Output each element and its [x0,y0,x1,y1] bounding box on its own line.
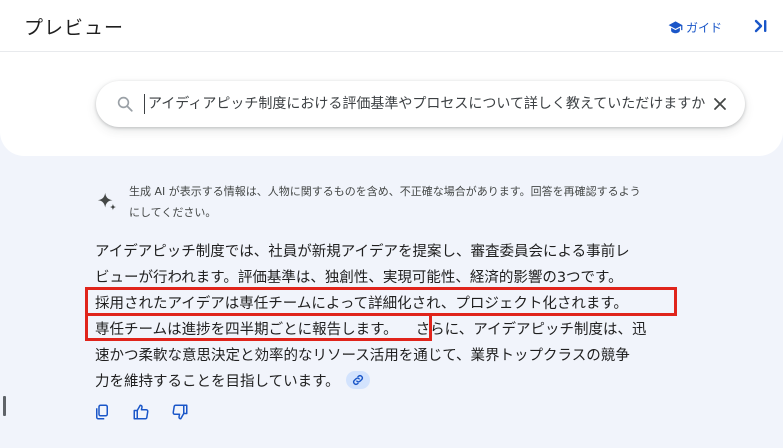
collapse-panel-icon [754,19,767,33]
disclaimer-line: 生成 AI が表示する情報は、人物に関するものを含め、不正確な場合があります。回… [129,185,641,198]
close-icon[interactable] [712,96,728,112]
answer-line: 力を維持することを目指しています。 [95,369,695,395]
link-icon [352,375,363,385]
answer-line-highlighted: 採用されたアイデアは専任チームによって詳細化され、プロジェクト化されます。 [95,296,628,312]
answer-line: ビューが行われます。評価基準は、独創性、実現可能性、経済的影響の3つです。 [95,270,623,286]
header-divider [0,51,783,52]
answer-segment: さらに、アイデアピッチ制度は、迅 [415,322,647,338]
graduation-cap-icon [668,21,683,34]
disclaimer-line: にしてください。 [129,206,217,219]
sparkle-icon [97,192,117,211]
source-link-chip[interactable] [345,371,370,389]
search-input[interactable]: アイディアピッチ制度における評価基準やプロセスについて詳しく教えていただけますか [148,89,708,119]
thumbs-up-icon[interactable] [132,403,150,421]
search-bar[interactable]: アイディアピッチ制度における評価基準やプロセスについて詳しく教えていただけますか [96,81,745,127]
copy-icon[interactable] [93,403,111,421]
page-title: プレビュー [24,17,125,39]
answer-text: アイデアピッチ制度では、社員が新規アイデアを提案し、審査委員会による事前レ ビュ… [95,239,695,395]
thumbs-down-icon[interactable] [171,403,189,421]
guide-label: ガイド [686,20,723,35]
guide-button[interactable]: ガイド [668,16,722,38]
answer-line: 速かつ柔軟な意思決定と効率的なリソース活用を通じて、業界トップクラスの競争 [95,348,630,364]
answer-line: 専任チームは進捗を四半期ごとに報告します。 さらに、アイデアピッチ制度は、迅 [95,317,695,343]
search-icon [117,96,133,112]
text-cursor [144,94,145,114]
answer-segment-highlighted: 専任チームは進捗を四半期ごとに報告します。 [95,322,398,338]
ai-disclaimer: 生成 AI が表示する情報は、人物に関するものを含め、不正確な場合があります。回… [129,181,699,223]
resize-handle[interactable] [3,396,6,416]
answer-line: アイデアピッチ制度では、社員が新規アイデアを提案し、審査委員会による事前レ [95,244,630,260]
answer-segment: 力を維持することを目指しています。 [95,374,340,390]
collapse-panel-button[interactable] [750,15,772,37]
